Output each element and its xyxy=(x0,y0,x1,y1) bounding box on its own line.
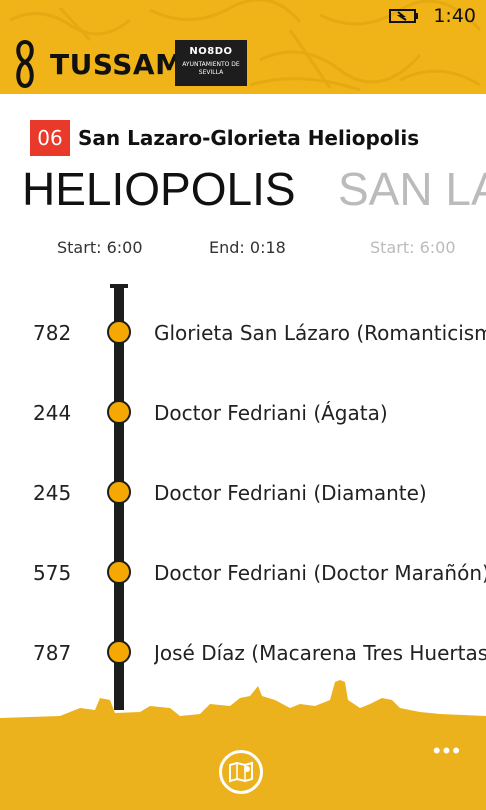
stop-name: José Díaz (Macarena Tres Huertas) xyxy=(154,641,486,665)
partner-org: Ayuntamiento de Sevilla xyxy=(182,61,240,76)
stop-row[interactable]: 244 Doctor Fedriani (Ágata) xyxy=(0,393,486,433)
stop-name: Glorieta San Lázaro (Romanticismo) xyxy=(154,321,486,345)
tussam-logo-icon xyxy=(16,39,34,89)
header-band: 1:40 TUSSAM NO8DO Ayuntamiento de Sevill… xyxy=(0,0,486,94)
stop-row[interactable]: 787 José Díaz (Macarena Tres Huertas) xyxy=(0,633,486,673)
stop-row[interactable]: 245 Doctor Fedriani (Diamante) xyxy=(0,473,486,513)
partner-motto: NO8DO xyxy=(189,46,233,57)
next-schedule-start: Start: 6:00 xyxy=(370,238,456,257)
stop-code: 244 xyxy=(33,401,72,425)
stop-name: Doctor Fedriani (Doctor Marañón) xyxy=(154,561,486,585)
app-bar: ••• xyxy=(0,728,486,810)
stop-code: 575 xyxy=(33,561,72,585)
route-header: 06 San Lazaro-Glorieta Heliopolis xyxy=(30,120,419,156)
stop-name: Doctor Fedriani (Ágata) xyxy=(154,401,388,425)
schedule-start: Start: 6:00 xyxy=(57,238,143,257)
pivot-direction-heliopolis[interactable]: HELIOPOLIS xyxy=(22,162,296,216)
partner-badge: NO8DO Ayuntamiento de Sevilla xyxy=(175,40,247,86)
brand-name: TUSSAM xyxy=(50,47,184,81)
stop-code: 245 xyxy=(33,481,72,505)
stop-dot xyxy=(107,480,131,504)
route-name: San Lazaro-Glorieta Heliopolis xyxy=(78,126,420,150)
stop-row[interactable]: 575 Doctor Fedriani (Doctor Marañón) xyxy=(0,553,486,593)
stop-row[interactable]: 782 Glorieta San Lázaro (Romanticismo) xyxy=(0,313,486,353)
stop-code: 782 xyxy=(33,321,72,345)
schedule-end: End: 0:18 xyxy=(209,238,286,257)
status-bar: 1:40 xyxy=(389,4,476,28)
map-icon xyxy=(229,761,253,783)
stop-dot xyxy=(107,320,131,344)
route-number-badge: 06 xyxy=(30,120,70,156)
stop-dot xyxy=(107,560,131,584)
stop-dot xyxy=(107,640,131,664)
stop-name: Doctor Fedriani (Diamante) xyxy=(154,481,427,505)
stop-code: 787 xyxy=(33,641,72,665)
more-options-button[interactable]: ••• xyxy=(433,738,462,764)
seville-skyline xyxy=(0,680,486,730)
stop-dot xyxy=(107,400,131,424)
battery-icon xyxy=(389,9,419,23)
map-button[interactable] xyxy=(219,750,263,794)
pivot-direction-san-lazaro[interactable]: SAN LAZARO xyxy=(338,162,486,216)
clock: 1:40 xyxy=(433,5,476,27)
brand: TUSSAM xyxy=(12,38,183,90)
